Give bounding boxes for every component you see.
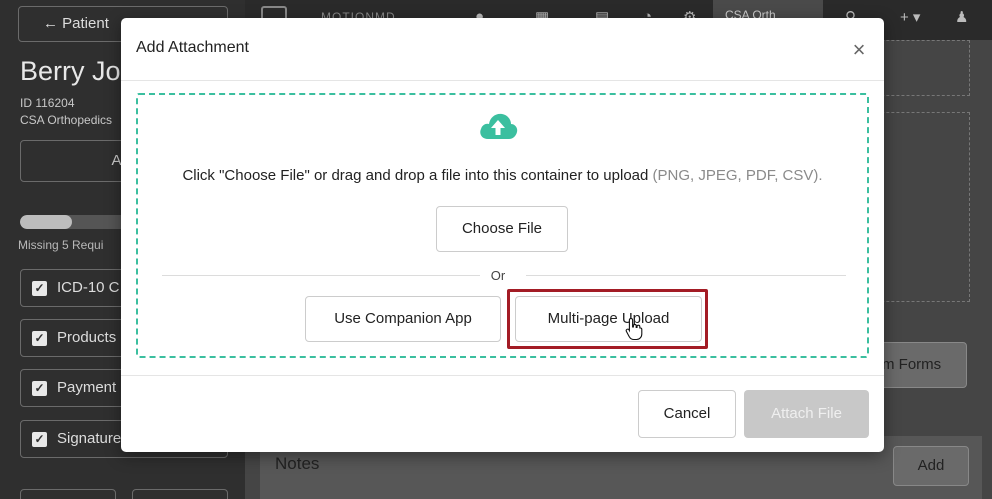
- instructions-text: Click "Choose File" or drag and drop a f…: [182, 167, 649, 184]
- add-attachment-modal: Add Attachment × Click "Choose File" or …: [121, 18, 884, 452]
- patient-id: ID 116204: [20, 96, 75, 110]
- user-menu-icon[interactable]: ♟: [955, 8, 968, 26]
- notes-heading: Notes: [275, 454, 320, 473]
- or-divider-left: [162, 275, 480, 276]
- file-dropzone[interactable]: Click "Choose File" or drag and drop a f…: [136, 93, 869, 358]
- missing-requirements-text: Missing 5 Requi: [18, 238, 104, 252]
- checklist-item-label: ICD-10 C: [57, 279, 120, 296]
- modal-header-divider: [121, 80, 884, 81]
- checkbox-icon: ✓: [32, 281, 47, 296]
- accepted-formats: (PNG, JPEG, PDF, CSV).: [652, 167, 823, 184]
- attach-file-button[interactable]: Attach File: [744, 390, 869, 438]
- checklist-item-label: Payment: [57, 379, 117, 396]
- sidebar-bottom-button-right[interactable]: [132, 489, 228, 499]
- multi-page-upload-button[interactable]: Multi-page Upload: [515, 296, 702, 342]
- or-separator: Or: [490, 268, 506, 283]
- modal-title: Add Attachment: [136, 39, 249, 56]
- or-divider-right: [526, 275, 846, 276]
- cloud-upload-icon: [480, 113, 518, 139]
- patient-name: Berry Jo: [20, 56, 121, 86]
- progress-fill: [20, 215, 72, 229]
- close-icon[interactable]: ×: [845, 36, 873, 64]
- add-note-button[interactable]: Add: [893, 446, 969, 486]
- checkbox-icon: ✓: [32, 331, 47, 346]
- sidebar-bottom-button-left[interactable]: [20, 489, 116, 499]
- modal-footer-divider: [121, 375, 884, 376]
- checklist-item-label: Products: [57, 329, 117, 346]
- upload-instructions: Click "Choose File" or drag and drop a f…: [138, 167, 867, 184]
- patient-clinic: CSA Orthopedics: [20, 113, 113, 127]
- choose-file-button[interactable]: Choose File: [436, 206, 568, 252]
- cancel-button[interactable]: Cancel: [638, 390, 736, 438]
- checkbox-icon: ✓: [32, 381, 47, 396]
- checkbox-icon: ✓: [32, 432, 47, 447]
- hand-pointer-icon: [625, 317, 643, 341]
- add-menu-button[interactable]: + ▾: [900, 8, 920, 26]
- use-companion-app-button[interactable]: Use Companion App: [305, 296, 501, 342]
- checklist-item-label: Signature: [57, 430, 122, 447]
